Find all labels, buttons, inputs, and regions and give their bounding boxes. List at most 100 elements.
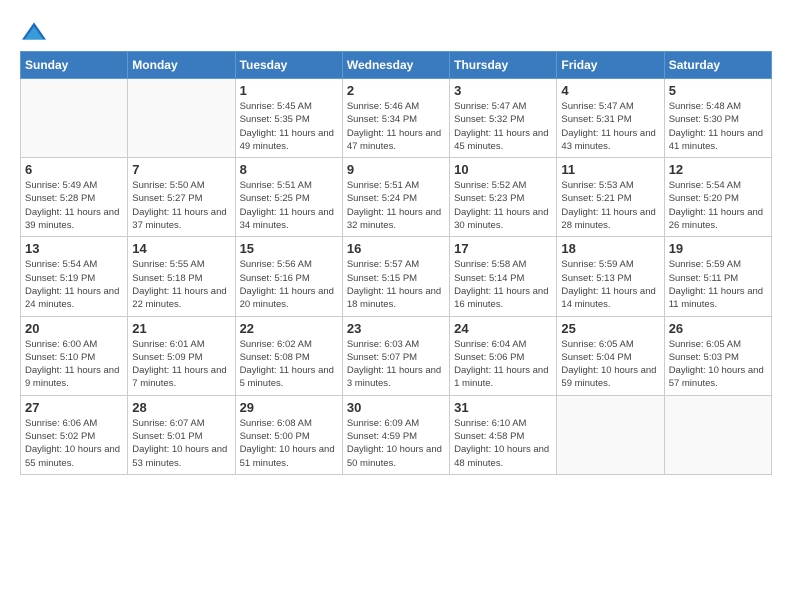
day-number: 18	[561, 241, 659, 256]
calendar-day-cell: 27 Sunrise: 6:06 AMSunset: 5:02 PMDayligh…	[21, 395, 128, 474]
day-info: Sunrise: 5:59 AMSunset: 5:13 PMDaylight:…	[561, 258, 659, 311]
calendar-day-cell	[21, 79, 128, 158]
weekday-header: Sunday	[21, 52, 128, 79]
day-info: Sunrise: 5:51 AMSunset: 5:25 PMDaylight:…	[240, 179, 338, 232]
day-number: 15	[240, 241, 338, 256]
day-number: 13	[25, 241, 123, 256]
calendar-week-row: 1 Sunrise: 5:45 AMSunset: 5:35 PMDaylight…	[21, 79, 772, 158]
weekday-header: Wednesday	[342, 52, 449, 79]
day-number: 14	[132, 241, 230, 256]
calendar-day-cell: 17 Sunrise: 5:58 AMSunset: 5:14 PMDayligh…	[450, 237, 557, 316]
day-number: 25	[561, 321, 659, 336]
calendar-day-cell: 30 Sunrise: 6:09 AMSunset: 4:59 PMDayligh…	[342, 395, 449, 474]
day-number: 10	[454, 162, 552, 177]
day-info: Sunrise: 6:01 AMSunset: 5:09 PMDaylight:…	[132, 338, 230, 391]
day-info: Sunrise: 5:56 AMSunset: 5:16 PMDaylight:…	[240, 258, 338, 311]
calendar-day-cell: 14 Sunrise: 5:55 AMSunset: 5:18 PMDayligh…	[128, 237, 235, 316]
calendar-week-row: 20 Sunrise: 6:00 AMSunset: 5:10 PMDayligh…	[21, 316, 772, 395]
calendar-day-cell: 28Sunrise: 6:07 AMSunset: 5:01 PMDayligh…	[128, 395, 235, 474]
day-info: Sunrise: 5:45 AMSunset: 5:35 PMDaylight:…	[240, 100, 338, 153]
day-info: Sunrise: 6:05 AMSunset: 5:03 PMDaylight:…	[669, 338, 767, 391]
day-number: 27	[25, 400, 123, 415]
day-info: Sunrise: 5:54 AMSunset: 5:19 PMDaylight:…	[25, 258, 123, 311]
day-number: 30	[347, 400, 445, 415]
day-number: 23	[347, 321, 445, 336]
day-info: Sunrise: 5:55 AMSunset: 5:18 PMDaylight:…	[132, 258, 230, 311]
day-info: Sunrise: 6:00 AMSunset: 5:10 PMDaylight:…	[25, 338, 123, 391]
calendar-day-cell: 11Sunrise: 5:53 AMSunset: 5:21 PMDayligh…	[557, 158, 664, 237]
calendar-day-cell: 15 Sunrise: 5:56 AMSunset: 5:16 PMDayligh…	[235, 237, 342, 316]
day-number: 6	[25, 162, 123, 177]
day-number: 17	[454, 241, 552, 256]
day-number: 1	[240, 83, 338, 98]
calendar-day-cell: 18 Sunrise: 5:59 AMSunset: 5:13 PMDayligh…	[557, 237, 664, 316]
calendar-day-cell: 25 Sunrise: 6:05 AMSunset: 5:04 PMDayligh…	[557, 316, 664, 395]
calendar-day-cell: 23 Sunrise: 6:03 AMSunset: 5:07 PMDayligh…	[342, 316, 449, 395]
calendar-day-cell: 24Sunrise: 6:04 AMSunset: 5:06 PMDayligh…	[450, 316, 557, 395]
calendar-day-cell: 9 Sunrise: 5:51 AMSunset: 5:24 PMDaylight…	[342, 158, 449, 237]
day-number: 4	[561, 83, 659, 98]
calendar-week-row: 27 Sunrise: 6:06 AMSunset: 5:02 PMDayligh…	[21, 395, 772, 474]
weekday-header: Thursday	[450, 52, 557, 79]
calendar-day-cell: 19 Sunrise: 5:59 AMSunset: 5:11 PMDayligh…	[664, 237, 771, 316]
day-number: 5	[669, 83, 767, 98]
day-number: 16	[347, 241, 445, 256]
day-info: Sunrise: 6:05 AMSunset: 5:04 PMDaylight:…	[561, 338, 659, 391]
day-info: Sunrise: 5:51 AMSunset: 5:24 PMDaylight:…	[347, 179, 445, 232]
calendar-day-cell: 10 Sunrise: 5:52 AMSunset: 5:23 PMDayligh…	[450, 158, 557, 237]
calendar-day-cell: 1 Sunrise: 5:45 AMSunset: 5:35 PMDaylight…	[235, 79, 342, 158]
day-number: 19	[669, 241, 767, 256]
calendar-day-cell: 26 Sunrise: 6:05 AMSunset: 5:03 PMDayligh…	[664, 316, 771, 395]
day-number: 20	[25, 321, 123, 336]
day-number: 2	[347, 83, 445, 98]
day-info: Sunrise: 5:54 AMSunset: 5:20 PMDaylight:…	[669, 179, 767, 232]
day-info: Sunrise: 5:50 AMSunset: 5:27 PMDaylight:…	[132, 179, 230, 232]
day-info: Sunrise: 5:58 AMSunset: 5:14 PMDaylight:…	[454, 258, 552, 311]
day-number: 9	[347, 162, 445, 177]
day-number: 22	[240, 321, 338, 336]
day-number: 3	[454, 83, 552, 98]
day-number: 29	[240, 400, 338, 415]
day-info: Sunrise: 5:52 AMSunset: 5:23 PMDaylight:…	[454, 179, 552, 232]
day-info: Sunrise: 6:10 AMSunset: 4:58 PMDaylight:…	[454, 417, 552, 470]
day-info: Sunrise: 6:03 AMSunset: 5:07 PMDaylight:…	[347, 338, 445, 391]
calendar-day-cell: 31Sunrise: 6:10 AMSunset: 4:58 PMDayligh…	[450, 395, 557, 474]
day-info: Sunrise: 5:49 AMSunset: 5:28 PMDaylight:…	[25, 179, 123, 232]
weekday-header: Saturday	[664, 52, 771, 79]
day-info: Sunrise: 6:06 AMSunset: 5:02 PMDaylight:…	[25, 417, 123, 470]
day-info: Sunrise: 5:48 AMSunset: 5:30 PMDaylight:…	[669, 100, 767, 153]
day-info: Sunrise: 5:57 AMSunset: 5:15 PMDaylight:…	[347, 258, 445, 311]
calendar-day-cell: 3Sunrise: 5:47 AMSunset: 5:32 PMDaylight…	[450, 79, 557, 158]
calendar-day-cell: 29 Sunrise: 6:08 AMSunset: 5:00 PMDayligh…	[235, 395, 342, 474]
calendar-header-row: SundayMondayTuesdayWednesdayThursdayFrid…	[21, 52, 772, 79]
logo-icon	[20, 21, 48, 41]
day-info: Sunrise: 6:02 AMSunset: 5:08 PMDaylight:…	[240, 338, 338, 391]
calendar-day-cell: 5 Sunrise: 5:48 AMSunset: 5:30 PMDaylight…	[664, 79, 771, 158]
day-number: 28	[132, 400, 230, 415]
page-header	[20, 20, 772, 41]
day-number: 21	[132, 321, 230, 336]
calendar-table: SundayMondayTuesdayWednesdayThursdayFrid…	[20, 51, 772, 475]
day-info: Sunrise: 6:08 AMSunset: 5:00 PMDaylight:…	[240, 417, 338, 470]
day-number: 26	[669, 321, 767, 336]
day-number: 8	[240, 162, 338, 177]
day-info: Sunrise: 5:46 AMSunset: 5:34 PMDaylight:…	[347, 100, 445, 153]
calendar-day-cell: 22 Sunrise: 6:02 AMSunset: 5:08 PMDayligh…	[235, 316, 342, 395]
day-number: 11	[561, 162, 659, 177]
logo	[20, 20, 52, 41]
calendar-day-cell: 12Sunrise: 5:54 AMSunset: 5:20 PMDayligh…	[664, 158, 771, 237]
calendar-day-cell	[128, 79, 235, 158]
calendar-day-cell: 7Sunrise: 5:50 AMSunset: 5:27 PMDaylight…	[128, 158, 235, 237]
calendar-day-cell: 4Sunrise: 5:47 AMSunset: 5:31 PMDaylight…	[557, 79, 664, 158]
day-info: Sunrise: 6:09 AMSunset: 4:59 PMDaylight:…	[347, 417, 445, 470]
calendar-day-cell: 8 Sunrise: 5:51 AMSunset: 5:25 PMDaylight…	[235, 158, 342, 237]
calendar-day-cell	[664, 395, 771, 474]
calendar-day-cell: 6 Sunrise: 5:49 AMSunset: 5:28 PMDaylight…	[21, 158, 128, 237]
calendar-day-cell: 13 Sunrise: 5:54 AMSunset: 5:19 PMDayligh…	[21, 237, 128, 316]
calendar-day-cell: 20 Sunrise: 6:00 AMSunset: 5:10 PMDayligh…	[21, 316, 128, 395]
weekday-header: Friday	[557, 52, 664, 79]
calendar-week-row: 13 Sunrise: 5:54 AMSunset: 5:19 PMDayligh…	[21, 237, 772, 316]
day-info: Sunrise: 5:59 AMSunset: 5:11 PMDaylight:…	[669, 258, 767, 311]
calendar-day-cell: 21 Sunrise: 6:01 AMSunset: 5:09 PMDayligh…	[128, 316, 235, 395]
calendar-day-cell	[557, 395, 664, 474]
